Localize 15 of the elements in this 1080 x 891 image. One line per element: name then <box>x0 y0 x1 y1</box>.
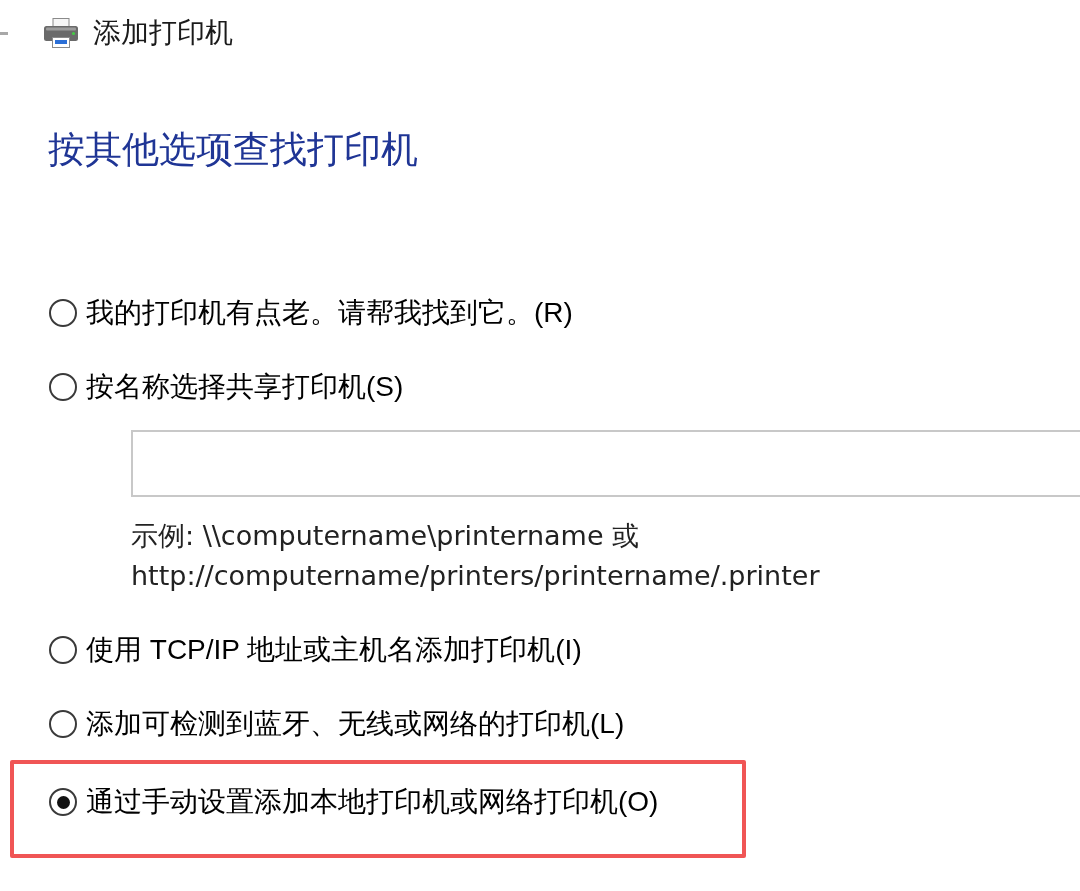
option-label[interactable]: 我的打印机有点老。请帮我找到它。(R) <box>86 293 573 333</box>
option-label[interactable]: 添加可检测到蓝牙、无线或网络的打印机(L) <box>86 704 625 744</box>
option-label[interactable]: 通过手动设置添加本地打印机或网络打印机(O) <box>86 782 659 822</box>
example-text: 示例: \\computername\printername 或 http://computername/printers/printername/.printer <box>131 519 820 593</box>
printer-icon <box>44 18 78 48</box>
option-label[interactable]: 使用 TCP/IP 地址或主机名添加打印机(I) <box>86 630 582 670</box>
radio-button[interactable] <box>49 710 77 738</box>
page-heading: 按其他选项查找打印机 <box>48 130 418 170</box>
radio-button[interactable] <box>49 788 77 816</box>
radio-button[interactable] <box>49 299 77 327</box>
radio-button[interactable] <box>49 373 77 401</box>
radio-button[interactable] <box>49 636 77 664</box>
option-label[interactable]: 按名称选择共享打印机(S) <box>86 367 404 407</box>
window-title: 添加打印机 <box>93 17 233 49</box>
printer-name-field[interactable] <box>131 430 1080 497</box>
